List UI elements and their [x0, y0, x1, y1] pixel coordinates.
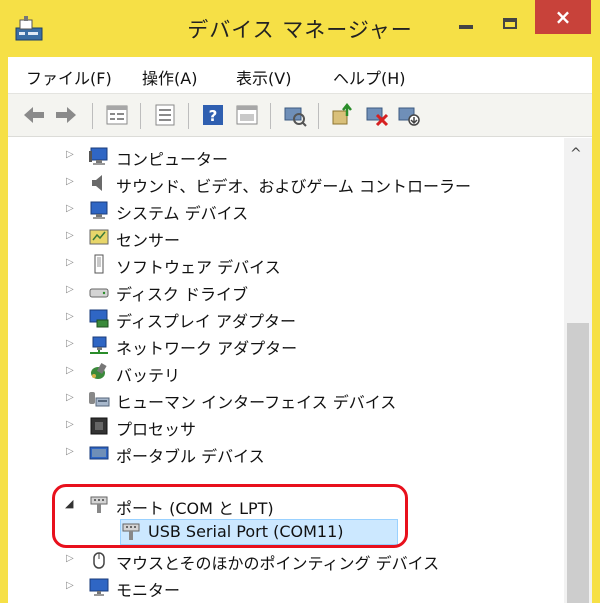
toolbar: ?	[8, 93, 592, 137]
system-device-icon	[90, 201, 108, 219]
tree-item-display-adapters[interactable]: ▷ ディスプレイ アダプター	[8, 305, 564, 332]
close-button[interactable]: ×	[535, 0, 591, 34]
tree-item-processors[interactable]: ▷ プロセッサ	[8, 413, 564, 440]
menu-action[interactable]: 操作(A)	[142, 65, 197, 89]
tree-item-network-adapters[interactable]: ▷ ネットワーク アダプター	[8, 332, 564, 359]
device-manager-window: デバイス マネージャー × ファイル(F) 操作(A) 表示(V) ヘルプ(H)	[0, 0, 600, 603]
expand-arrow-icon[interactable]: ▷	[66, 392, 74, 403]
scroll-thumb[interactable]	[567, 323, 589, 603]
update-driver-icon[interactable]	[330, 102, 356, 128]
toolbar-separator	[318, 103, 319, 129]
expand-arrow-icon[interactable]: ▷	[66, 311, 74, 322]
tree-item-sensors[interactable]: ▷ センサー	[8, 224, 564, 251]
sensor-icon	[89, 229, 109, 245]
back-arrow-icon[interactable]	[21, 102, 47, 128]
tree-item-label: マウスとそのほかのポインティング デバイス	[116, 554, 440, 573]
network-adapter-icon	[90, 336, 108, 354]
expand-arrow-icon[interactable]: ▷	[66, 419, 74, 430]
vertical-scrollbar[interactable]: ^	[564, 138, 592, 603]
tree-item-label: コンピューター	[116, 150, 229, 169]
tree-item-software-devices[interactable]: ▷ ソフトウェア デバイス	[8, 251, 564, 278]
tree-item-batteries[interactable]: ▷ バッテリ	[8, 359, 564, 386]
tree-item-label: ソフトウェア デバイス	[116, 258, 281, 277]
tree-item-disk-drives[interactable]: ▷ ディスク ドライブ	[8, 278, 564, 305]
expand-arrow-icon[interactable]: ▷	[66, 580, 74, 591]
tree-item-label: モニター	[116, 581, 181, 600]
tree-item-human-interface-devices[interactable]: ▷ ヒューマン インターフェイス デバイス	[8, 386, 564, 413]
battery-icon	[91, 363, 107, 379]
menu-help[interactable]: ヘルプ(H)	[333, 65, 406, 89]
menu-bar: ファイル(F) 操作(A) 表示(V) ヘルプ(H)	[8, 57, 592, 93]
scroll-up-icon[interactable]: ^	[570, 146, 582, 162]
expand-arrow-icon[interactable]: ▷	[66, 149, 74, 160]
annotation-highlight-box	[52, 484, 408, 548]
monitor-icon	[89, 578, 109, 596]
close-icon: ×	[554, 5, 572, 29]
mouse-icon	[93, 552, 105, 569]
svg-text:?: ?	[209, 107, 218, 125]
tree-item-label: ネットワーク アダプター	[116, 339, 298, 358]
hid-icon	[89, 392, 110, 407]
computer-icon	[89, 147, 108, 165]
expand-arrow-icon[interactable]: ▷	[66, 365, 74, 376]
menu-file[interactable]: ファイル(F)	[26, 65, 112, 89]
tree-item-portable-devices[interactable]: ▷ ポータブル デバイス	[8, 440, 564, 467]
tree-item-computer[interactable]: ▷ コンピューター	[8, 143, 564, 170]
tree-item-label: プロセッサ	[116, 420, 197, 439]
scan-hardware-icon[interactable]	[282, 102, 308, 128]
expand-arrow-icon[interactable]: ▷	[66, 257, 74, 268]
maximize-icon	[503, 17, 517, 29]
tree-item-label: ディスプレイ アダプター	[116, 312, 296, 331]
tree-item-sound[interactable]: ▷ サウンド、ビデオ、およびゲーム コントローラー	[8, 170, 564, 197]
tree-item-system-devices[interactable]: ▷ システム デバイス	[8, 197, 564, 224]
device-properties-icon[interactable]	[234, 102, 260, 128]
tree-item-label: ポータブル デバイス	[116, 447, 265, 466]
expand-arrow-icon[interactable]: ▷	[66, 284, 74, 295]
forward-arrow-icon[interactable]	[53, 102, 79, 128]
help-icon[interactable]: ?	[200, 102, 226, 128]
speaker-icon	[92, 175, 102, 191]
toolbar-separator	[140, 103, 141, 129]
tree-item-monitors[interactable]: ▷ モニター	[8, 574, 564, 601]
expand-arrow-icon[interactable]: ▷	[66, 203, 74, 214]
tree-item-label: サウンド、ビデオ、およびゲーム コントローラー	[116, 177, 472, 196]
portable-device-icon	[89, 446, 109, 460]
properties-view-icon[interactable]	[104, 102, 130, 128]
disable-device-icon[interactable]	[396, 102, 422, 128]
title-bar[interactable]: デバイス マネージャー ×	[0, 0, 600, 56]
menu-view[interactable]: 表示(V)	[236, 65, 291, 89]
toolbar-separator	[188, 103, 189, 129]
toolbar-separator	[270, 103, 271, 129]
tree-item-label: システム デバイス	[116, 204, 249, 223]
tree-item-label: バッテリ	[116, 366, 181, 385]
expand-arrow-icon[interactable]: ▷	[66, 230, 74, 241]
tree-item-label: ヒューマン インターフェイス デバイス	[116, 393, 397, 412]
tree-item-label: ディスク ドライブ	[116, 285, 248, 304]
list-view-icon[interactable]	[152, 102, 178, 128]
expand-arrow-icon[interactable]: ▷	[66, 446, 74, 457]
toolbar-separator	[92, 103, 93, 129]
disk-drive-icon	[89, 288, 109, 298]
maximize-button[interactable]	[490, 6, 530, 40]
software-device-icon	[94, 254, 104, 274]
tree-item-mice[interactable]: ▷ マウスとそのほかのポインティング デバイス	[8, 547, 564, 574]
tree-item-label: センサー	[116, 231, 181, 250]
minimize-button[interactable]	[446, 6, 486, 40]
expand-arrow-icon[interactable]: ▷	[66, 553, 74, 564]
expand-arrow-icon[interactable]: ▷	[66, 338, 74, 349]
expand-arrow-icon[interactable]: ▷	[66, 176, 74, 187]
uninstall-device-icon[interactable]	[364, 102, 390, 128]
minimize-icon	[459, 25, 473, 29]
processor-icon	[90, 417, 108, 435]
display-adapter-icon	[89, 309, 109, 328]
